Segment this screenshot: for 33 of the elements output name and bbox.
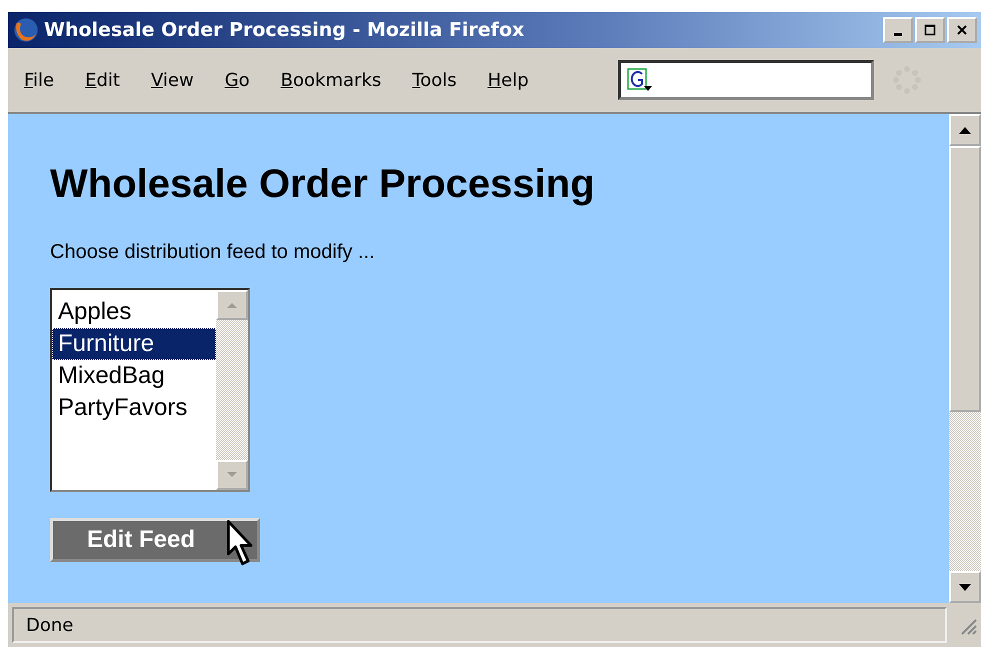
edit-feed-button[interactable]: Edit Feed bbox=[50, 518, 260, 562]
down-arrow-icon bbox=[959, 584, 971, 590]
search-field[interactable] bbox=[618, 60, 874, 100]
close-button[interactable] bbox=[947, 17, 977, 43]
scroll-down-button[interactable] bbox=[949, 571, 981, 603]
menu-item[interactable]: Tools bbox=[412, 70, 457, 90]
menu-item[interactable]: Help bbox=[488, 70, 529, 90]
up-arrow-icon bbox=[959, 126, 971, 134]
feed-list[interactable]: Apples Furniture MixedBag PartyFavors bbox=[50, 288, 250, 492]
menu-item[interactable]: Bookmarks bbox=[280, 70, 382, 90]
scroll-up-button[interactable] bbox=[949, 114, 981, 146]
globe-icon bbox=[12, 16, 40, 44]
minimize-button[interactable] bbox=[883, 17, 913, 43]
menu-item[interactable]: File bbox=[24, 70, 54, 90]
maximize-button[interactable] bbox=[915, 17, 945, 43]
maximize-icon bbox=[924, 24, 936, 36]
menu-item[interactable]: View bbox=[150, 70, 194, 90]
instruction-text: Choose distribution feed to modify ... bbox=[50, 241, 376, 264]
menu-item[interactable]: Go bbox=[224, 70, 250, 90]
list-option[interactable]: PartyFavors bbox=[52, 392, 216, 424]
list-option[interactable]: Apples bbox=[52, 296, 216, 328]
close-icon bbox=[956, 24, 968, 36]
up-arrow-icon bbox=[227, 302, 237, 308]
scrollbar-thumb[interactable] bbox=[949, 146, 981, 412]
status-text: Done bbox=[12, 607, 947, 643]
window-title: Wholesale Order Processing - Mozilla Firefox bbox=[44, 19, 524, 41]
page-heading: Wholesale Order Processing bbox=[50, 162, 596, 207]
minimize-icon bbox=[894, 32, 902, 36]
menu-item[interactable]: Edit bbox=[85, 70, 120, 90]
list-option[interactable]: MixedBag bbox=[52, 360, 216, 392]
list-option[interactable]: Furniture bbox=[52, 328, 216, 360]
search-engine-icon bbox=[626, 68, 653, 92]
down-arrow-icon bbox=[227, 472, 237, 478]
